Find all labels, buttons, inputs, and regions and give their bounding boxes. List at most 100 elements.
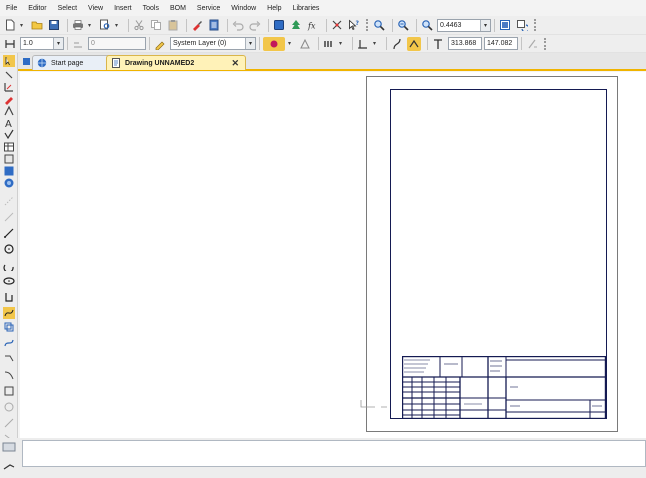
snap-dropdown-arrow[interactable]: ▾ bbox=[373, 40, 380, 47]
print-dropdown-arrow[interactable]: ▾ bbox=[88, 22, 95, 29]
zoom-window-button[interactable] bbox=[498, 18, 512, 32]
polyline-tool[interactable] bbox=[3, 291, 15, 303]
new-document-button[interactable] bbox=[3, 18, 17, 32]
parts-tree-button[interactable] bbox=[289, 18, 303, 32]
zoom-button[interactable] bbox=[372, 18, 386, 32]
toolbar-grip[interactable] bbox=[366, 19, 369, 31]
line-width-button[interactable] bbox=[3, 37, 17, 51]
object-snap-toggle[interactable] bbox=[407, 36, 421, 51]
refresh-view-icon bbox=[517, 20, 528, 31]
menu-insert[interactable]: Insert bbox=[114, 5, 132, 12]
arc-tool[interactable] bbox=[3, 259, 15, 273]
zoom-out-button[interactable] bbox=[396, 18, 410, 32]
command-input-field[interactable] bbox=[22, 440, 646, 467]
line-width-select[interactable]: 1.0 ▾ bbox=[20, 37, 64, 50]
layer-button[interactable] bbox=[153, 37, 167, 51]
tab-drawing-unnamed2[interactable]: Drawing UNNAMED2 ✕ bbox=[106, 55, 246, 70]
roughness-icon bbox=[4, 129, 14, 140]
construction-line-tool[interactable] bbox=[3, 211, 15, 223]
equidistant-tool[interactable] bbox=[3, 369, 15, 381]
line-tool[interactable] bbox=[3, 227, 15, 239]
toolbar-grip[interactable] bbox=[544, 37, 547, 50]
pick-tool[interactable] bbox=[3, 69, 15, 81]
refresh-view-button[interactable] bbox=[515, 18, 529, 32]
save-button[interactable] bbox=[47, 18, 61, 32]
menu-tools[interactable]: Tools bbox=[143, 5, 159, 12]
rectangle-tool[interactable] bbox=[3, 321, 15, 333]
open-button[interactable] bbox=[30, 18, 44, 32]
text-tool[interactable]: A bbox=[3, 117, 15, 130]
bezier-tool[interactable] bbox=[3, 337, 15, 349]
tab-strip-pin-icon[interactable] bbox=[22, 57, 31, 66]
offset-toggle-button[interactable] bbox=[71, 37, 85, 51]
edit-tool[interactable] bbox=[3, 105, 15, 117]
title-block bbox=[402, 356, 606, 419]
offset-field[interactable]: 0 bbox=[88, 37, 146, 50]
chevron-down-icon[interactable]: ▾ bbox=[53, 38, 63, 49]
preview-dropdown-arrow[interactable]: ▾ bbox=[115, 22, 122, 29]
print-button[interactable] bbox=[71, 18, 85, 32]
coordinate-y-field[interactable]: 147.082 bbox=[484, 37, 518, 50]
color-button[interactable] bbox=[263, 36, 285, 51]
zoom-scale-select[interactable]: 0.4463 ▾ bbox=[437, 18, 491, 32]
fragment-tool[interactable] bbox=[3, 165, 15, 177]
chevron-down-icon[interactable]: ▾ bbox=[245, 38, 255, 49]
measure-button[interactable] bbox=[330, 18, 344, 32]
circle-tool[interactable] bbox=[3, 243, 15, 255]
hatch-tool[interactable] bbox=[3, 177, 15, 189]
snap-button[interactable] bbox=[356, 37, 370, 51]
menu-editor[interactable]: Editor bbox=[28, 5, 46, 12]
drawing-frame bbox=[390, 89, 607, 419]
line-style-dropdown-arrow[interactable]: ▾ bbox=[339, 40, 346, 47]
menu-file[interactable]: File bbox=[6, 5, 17, 12]
copy-button[interactable] bbox=[149, 18, 163, 32]
ellipse-tool[interactable] bbox=[3, 275, 15, 287]
coordinate-x-field[interactable]: 313.868 bbox=[448, 37, 482, 50]
table-tool[interactable] bbox=[3, 141, 15, 153]
undo-button[interactable] bbox=[231, 18, 245, 32]
select-tool[interactable] bbox=[3, 55, 15, 67]
menu-help[interactable]: Help bbox=[267, 5, 281, 12]
variables-button[interactable]: fx bbox=[306, 18, 320, 32]
symbol-tool[interactable] bbox=[3, 153, 15, 165]
new-dropdown-arrow[interactable]: ▾ bbox=[20, 22, 27, 29]
spline-tool[interactable] bbox=[3, 307, 15, 319]
drawing-canvas[interactable] bbox=[20, 72, 646, 438]
menu-view[interactable]: View bbox=[88, 5, 103, 12]
roughness-tool[interactable] bbox=[3, 129, 15, 141]
cut-button[interactable] bbox=[132, 18, 146, 32]
document-settings-button[interactable] bbox=[207, 18, 221, 32]
menu-libraries[interactable]: Libraries bbox=[293, 5, 320, 12]
fillet-tool[interactable] bbox=[3, 385, 15, 397]
transparency-button[interactable] bbox=[298, 37, 312, 51]
curve-button[interactable] bbox=[390, 37, 404, 51]
model-view-button[interactable] bbox=[272, 18, 286, 32]
help-pointer-button[interactable]: ? bbox=[347, 18, 361, 32]
chevron-down-icon[interactable]: ▾ bbox=[480, 19, 490, 31]
menu-bom[interactable]: BOM bbox=[170, 5, 186, 12]
layer-select[interactable]: System Layer (0) ▾ bbox=[170, 37, 256, 50]
menu-window[interactable]: Window bbox=[231, 5, 256, 12]
note-tool[interactable] bbox=[3, 93, 15, 105]
line-style-button[interactable] bbox=[322, 37, 336, 51]
command-arrow-icon[interactable] bbox=[2, 462, 16, 472]
menu-service[interactable]: Service bbox=[197, 5, 220, 12]
toolbar-grip[interactable] bbox=[534, 19, 537, 31]
properties-button[interactable] bbox=[190, 18, 204, 32]
chamfer-tool[interactable] bbox=[3, 401, 15, 413]
color-dropdown-arrow[interactable]: ▾ bbox=[288, 40, 295, 47]
close-icon[interactable]: ✕ bbox=[231, 58, 239, 69]
redo-button[interactable] bbox=[248, 18, 262, 32]
trim-tool[interactable] bbox=[3, 417, 15, 429]
coordinate-lock-button[interactable] bbox=[525, 37, 539, 51]
construction-point-tool[interactable] bbox=[3, 195, 15, 207]
zoom-scale-button[interactable] bbox=[420, 18, 434, 32]
dimension-tool[interactable] bbox=[3, 81, 15, 93]
menu-select[interactable]: Select bbox=[58, 5, 77, 12]
contour-tool[interactable] bbox=[3, 353, 15, 365]
paste-button[interactable] bbox=[166, 18, 180, 32]
coordinates-icon-button[interactable] bbox=[431, 37, 445, 51]
print-preview-button[interactable] bbox=[98, 18, 112, 32]
command-panel-icon[interactable] bbox=[2, 442, 16, 452]
tab-start-page[interactable]: Start page bbox=[32, 55, 116, 70]
